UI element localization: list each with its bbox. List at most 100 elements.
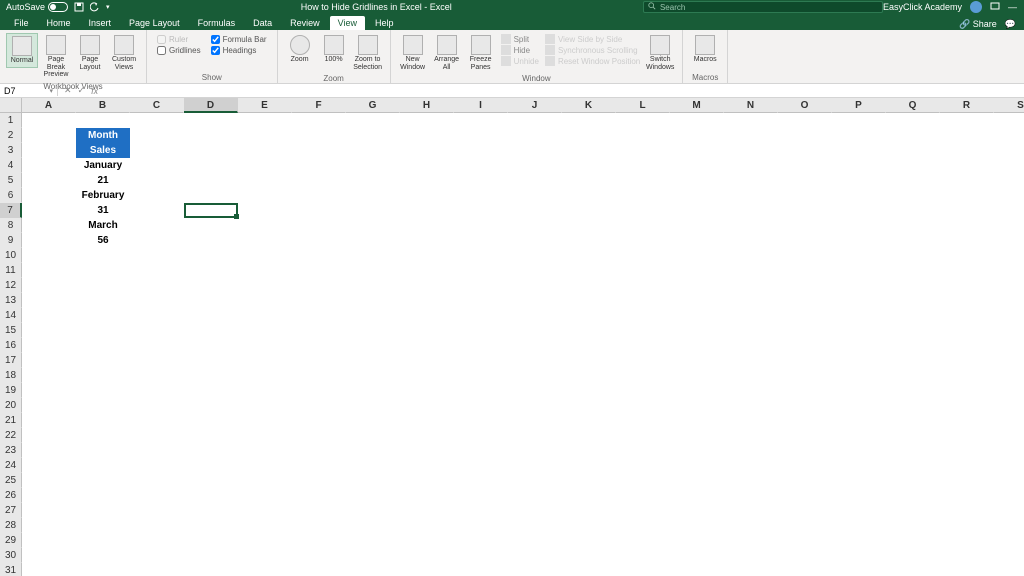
row-header[interactable]: 1 xyxy=(0,113,22,128)
selected-cell[interactable] xyxy=(184,203,238,218)
tab-formulas[interactable]: Formulas xyxy=(190,16,244,30)
tab-help[interactable]: Help xyxy=(367,16,402,30)
row-header[interactable]: 2 xyxy=(0,128,22,143)
column-header[interactable]: Q xyxy=(886,98,940,113)
ribbon-display-icon[interactable] xyxy=(990,1,1000,13)
row-header[interactable]: 17 xyxy=(0,353,22,368)
row-header[interactable]: 7 xyxy=(0,203,22,218)
page-layout-button[interactable]: Page Layout xyxy=(74,33,106,73)
column-header[interactable]: R xyxy=(940,98,994,113)
avatar[interactable] xyxy=(970,1,982,13)
share-button[interactable]: 🔗 Share xyxy=(959,19,997,30)
row-header[interactable]: 26 xyxy=(0,488,22,503)
ribbon-group-label: Macros xyxy=(689,73,721,82)
headings-checkbox[interactable]: Headings xyxy=(211,46,267,55)
tab-data[interactable]: Data xyxy=(245,16,280,30)
split-button[interactable]: Split xyxy=(501,34,539,44)
autosave-toggle[interactable]: AutoSave xyxy=(6,2,68,12)
table-header-cell[interactable]: Month xyxy=(76,128,130,143)
row-header[interactable]: 31 xyxy=(0,563,22,576)
comments-icon[interactable]: 💬 xyxy=(1005,19,1016,30)
tab-page-layout[interactable]: Page Layout xyxy=(121,16,188,30)
new-window-button[interactable]: New Window xyxy=(397,33,429,73)
row-header[interactable]: 4 xyxy=(0,158,22,173)
formula-bar-checkbox[interactable]: Formula Bar xyxy=(211,35,267,44)
row-header[interactable]: 15 xyxy=(0,323,22,338)
column-header[interactable]: E xyxy=(238,98,292,113)
table-header-cell[interactable]: Sales xyxy=(76,143,130,158)
row-header[interactable]: 29 xyxy=(0,533,22,548)
normal-view-button[interactable]: Normal xyxy=(6,33,38,68)
name-box[interactable]: D7 ▾ xyxy=(0,86,58,96)
row-header[interactable]: 12 xyxy=(0,278,22,293)
row-header[interactable]: 11 xyxy=(0,263,22,278)
row-header[interactable]: 14 xyxy=(0,308,22,323)
row-header[interactable]: 16 xyxy=(0,338,22,353)
row-header[interactable]: 5 xyxy=(0,173,22,188)
hide-button[interactable]: Hide xyxy=(501,45,539,55)
row-header[interactable]: 3 xyxy=(0,143,22,158)
table-cell[interactable]: 31 xyxy=(76,203,130,218)
undo-icon[interactable] xyxy=(90,2,100,12)
row-header[interactable]: 10 xyxy=(0,248,22,263)
column-header[interactable]: C xyxy=(130,98,184,113)
arrange-all-button[interactable]: Arrange All xyxy=(431,33,463,73)
freeze-panes-button[interactable]: Freeze Panes xyxy=(465,33,497,73)
row-header[interactable]: 6 xyxy=(0,188,22,203)
zoom-selection-button[interactable]: Zoom to Selection xyxy=(352,33,384,73)
column-header[interactable]: D xyxy=(184,98,238,113)
row-header[interactable]: 21 xyxy=(0,413,22,428)
row-header[interactable]: 20 xyxy=(0,398,22,413)
save-icon[interactable] xyxy=(74,2,84,12)
tab-home[interactable]: Home xyxy=(39,16,79,30)
minimize-icon[interactable]: — xyxy=(1008,2,1016,12)
table-cell[interactable]: February xyxy=(76,188,130,203)
column-header[interactable]: K xyxy=(562,98,616,113)
tab-review[interactable]: Review xyxy=(282,16,328,30)
column-header[interactable]: N xyxy=(724,98,778,113)
row-header[interactable]: 8 xyxy=(0,218,22,233)
search-input[interactable]: Search xyxy=(643,1,883,13)
row-header[interactable]: 27 xyxy=(0,503,22,518)
tab-insert[interactable]: Insert xyxy=(81,16,120,30)
tab-file[interactable]: File xyxy=(6,16,37,30)
column-header[interactable]: L xyxy=(616,98,670,113)
fx-icon[interactable]: fx xyxy=(91,86,98,96)
column-header[interactable]: S xyxy=(994,98,1024,113)
switch-windows-button[interactable]: Switch Windows xyxy=(644,33,676,73)
column-header[interactable]: P xyxy=(832,98,886,113)
column-header[interactable]: M xyxy=(670,98,724,113)
table-cell[interactable]: 21 xyxy=(76,173,130,188)
column-header[interactable]: G xyxy=(346,98,400,113)
tab-view[interactable]: View xyxy=(330,16,365,30)
table-cell[interactable]: March xyxy=(76,218,130,233)
row-header[interactable]: 25 xyxy=(0,473,22,488)
column-header[interactable]: O xyxy=(778,98,832,113)
row-header[interactable]: 9 xyxy=(0,233,22,248)
table-cell[interactable]: January xyxy=(76,158,130,173)
column-header[interactable]: I xyxy=(454,98,508,113)
row-header[interactable]: 19 xyxy=(0,383,22,398)
row-header[interactable]: 18 xyxy=(0,368,22,383)
table-cell[interactable]: 56 xyxy=(76,233,130,248)
column-header[interactable]: A xyxy=(22,98,76,113)
page-break-button[interactable]: Page Break Preview xyxy=(40,33,72,81)
row-header[interactable]: 24 xyxy=(0,458,22,473)
column-header[interactable]: F xyxy=(292,98,346,113)
spreadsheet-grid[interactable]: ABCDEFGHIJKLMNOPQRS 12345678910111213141… xyxy=(0,98,1024,576)
custom-views-button[interactable]: Custom Views xyxy=(108,33,140,73)
row-header[interactable]: 13 xyxy=(0,293,22,308)
row-header[interactable]: 22 xyxy=(0,428,22,443)
select-all-corner[interactable] xyxy=(0,98,22,113)
row-header[interactable]: 23 xyxy=(0,443,22,458)
column-header[interactable]: B xyxy=(76,98,130,113)
account-name[interactable]: EasyClick Academy xyxy=(883,2,962,12)
zoom-100-button[interactable]: 100% xyxy=(318,33,350,66)
column-header[interactable]: J xyxy=(508,98,562,113)
gridlines-checkbox[interactable]: Gridlines xyxy=(157,46,201,55)
row-header[interactable]: 28 xyxy=(0,518,22,533)
macros-button[interactable]: Macros xyxy=(689,33,721,66)
column-header[interactable]: H xyxy=(400,98,454,113)
zoom-button[interactable]: Zoom xyxy=(284,33,316,66)
row-header[interactable]: 30 xyxy=(0,548,22,563)
